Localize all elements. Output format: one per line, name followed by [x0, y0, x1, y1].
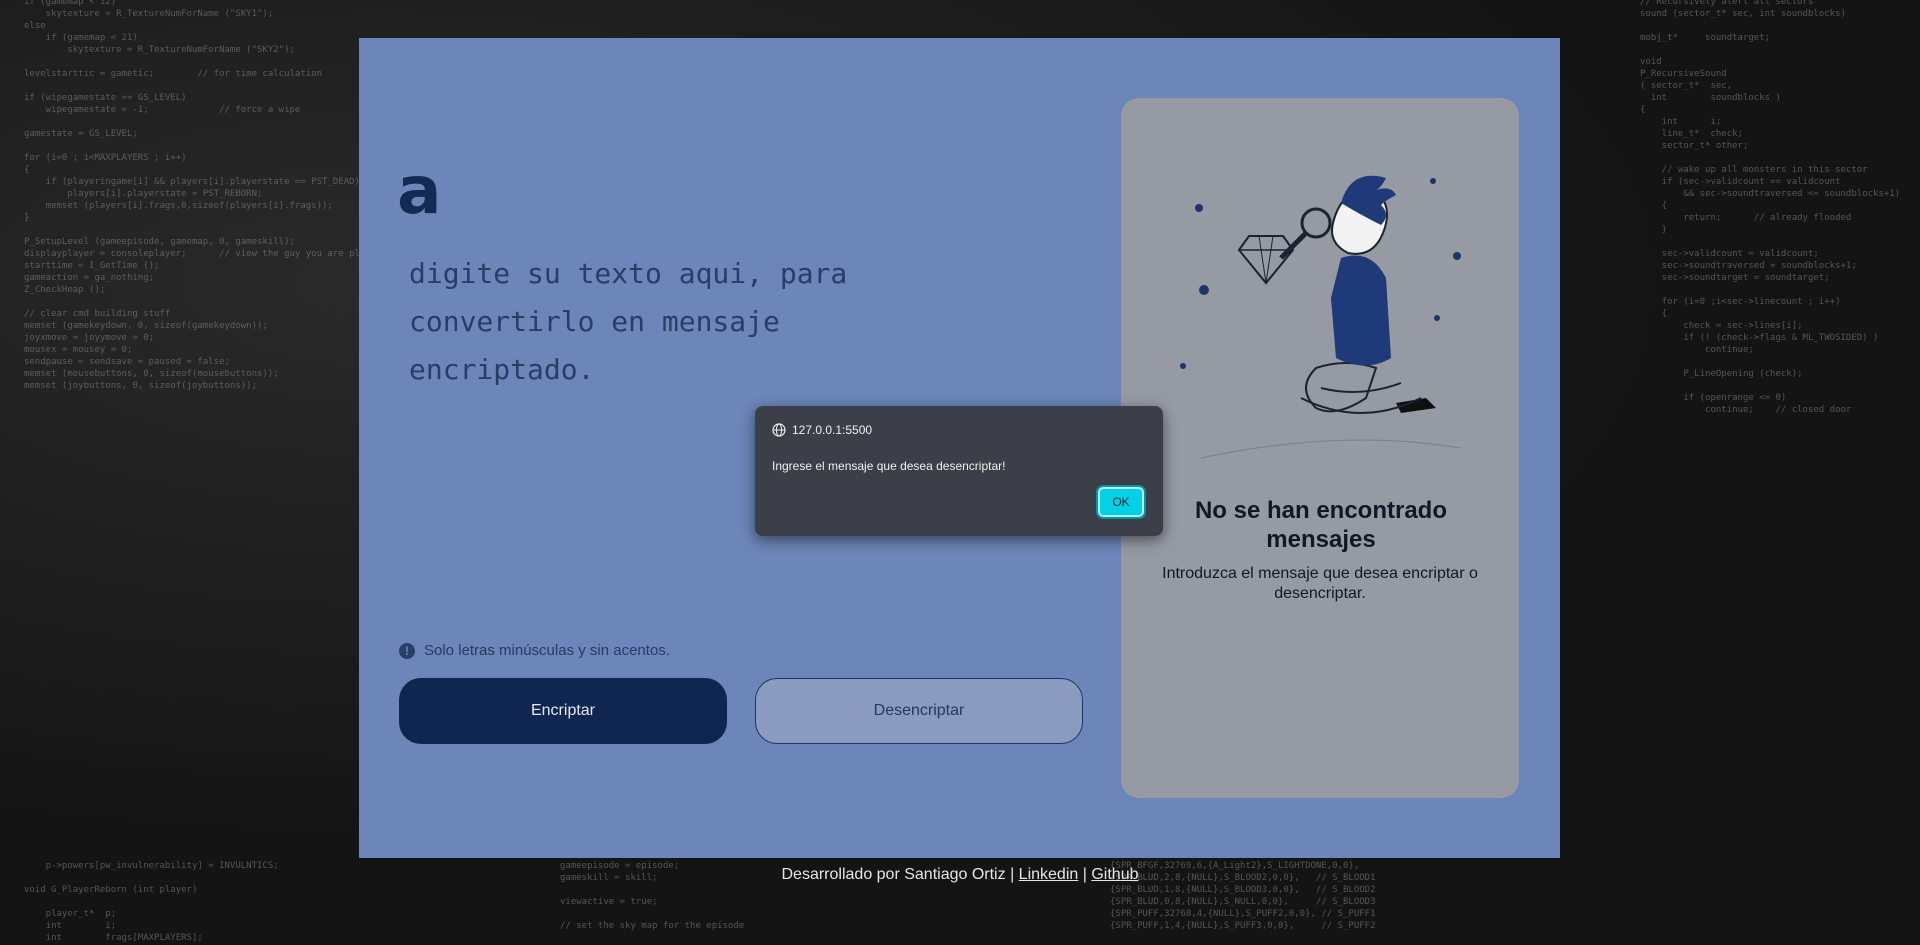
ok-button[interactable]: OK [1096, 485, 1146, 519]
dialog-message: Ingrese el mensaje que desea desencripta… [772, 459, 1006, 473]
browser-prompt-dialog: 127.0.0.1:5500 Ingrese el mensaje que de… [755, 406, 1163, 536]
dialog-origin-text: 127.0.0.1:5500 [792, 423, 873, 437]
globe-icon [772, 423, 786, 437]
dialog-origin: 127.0.0.1:5500 [772, 423, 872, 437]
